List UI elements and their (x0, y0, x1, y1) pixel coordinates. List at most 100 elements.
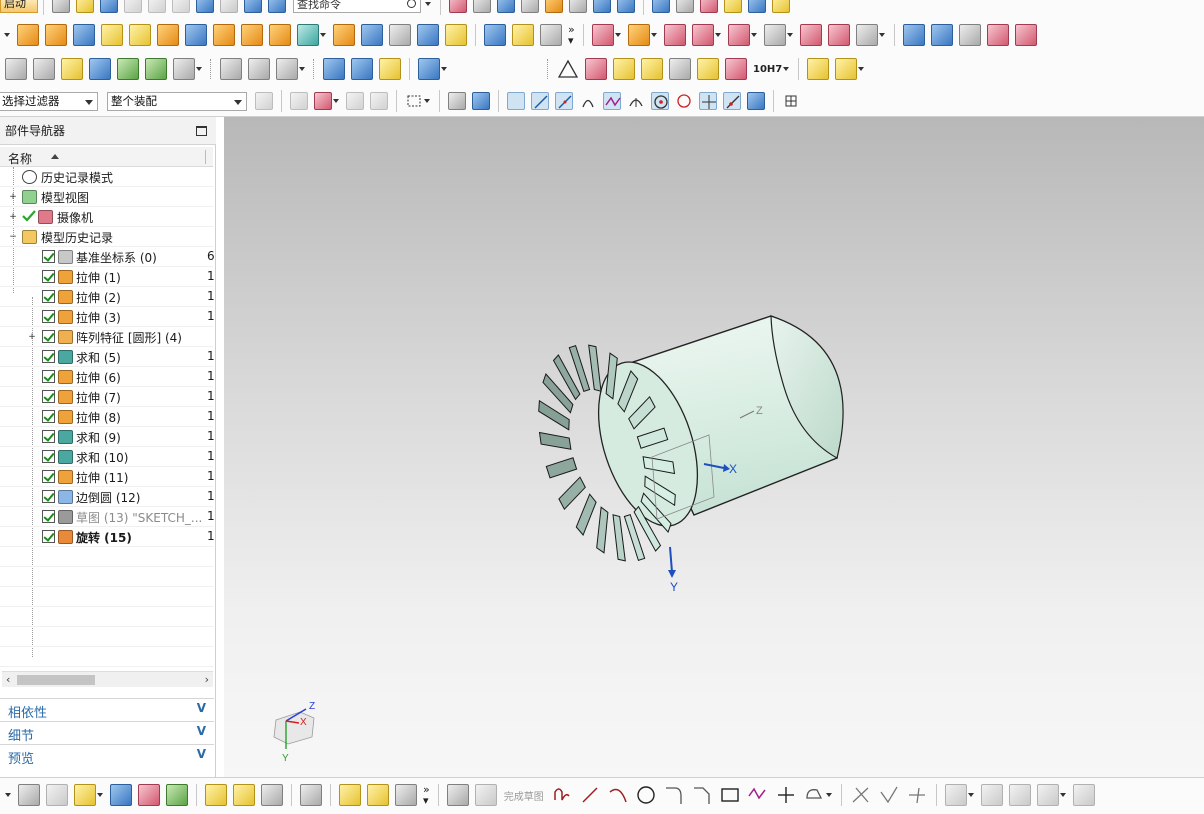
dropdown-icon[interactable] (4, 33, 10, 37)
finish-sketch-button[interactable]: 完成草图 (504, 788, 544, 803)
analysis-icon[interactable] (449, 0, 467, 13)
dropdown-icon[interactable] (750, 33, 757, 37)
tree-row[interactable]: 拉伸 (3) 1 (0, 307, 215, 327)
dropdown-icon[interactable] (196, 67, 202, 71)
feature-checkbox[interactable] (42, 410, 55, 423)
section-dependencies[interactable]: 相依性 V (0, 698, 214, 721)
offset-curve-icon[interactable] (803, 784, 825, 806)
dropdown-icon[interactable] (424, 99, 430, 103)
maximize-icon[interactable] (196, 126, 207, 136)
wave-icon[interactable] (261, 784, 283, 806)
sort-ascending-icon[interactable] (51, 154, 59, 159)
view-box-icon[interactable] (569, 0, 587, 13)
view-triad[interactable]: Z X Y (273, 701, 315, 764)
profile-icon[interactable] (551, 784, 573, 806)
snap-point-icon[interactable] (507, 92, 525, 110)
routing-icon[interactable] (367, 784, 389, 806)
more-overflow-icon[interactable]: » ▾ (423, 784, 430, 806)
table-icon[interactable] (585, 58, 607, 80)
copy-icon[interactable] (148, 0, 166, 13)
thicken-icon[interactable] (540, 24, 562, 46)
arc-icon[interactable] (607, 784, 629, 806)
shade-icon[interactable] (545, 0, 563, 13)
more-overflow-icon[interactable]: » ▾ (568, 24, 575, 46)
triangle-icon[interactable] (557, 58, 579, 80)
pattern-curve-icon[interactable] (1072, 784, 1095, 806)
revolve-tool-icon[interactable] (45, 24, 67, 46)
intersection-point-icon[interactable] (603, 92, 621, 110)
add-component-icon[interactable] (74, 784, 96, 806)
washer-icon[interactable] (379, 58, 401, 80)
helix-icon[interactable] (351, 58, 373, 80)
document-icon[interactable] (669, 58, 691, 80)
tree-row[interactable]: 求和 (5) 1 (0, 347, 215, 367)
studio-surface-icon[interactable] (958, 24, 981, 46)
sweep-icon[interactable] (512, 24, 534, 46)
boss-icon[interactable] (213, 24, 235, 46)
hole-icon[interactable] (185, 24, 207, 46)
chevron-down-icon[interactable]: V (197, 747, 206, 761)
extrude-tool-icon[interactable] (17, 24, 39, 46)
delete-face-icon[interactable] (663, 24, 686, 46)
edit-param-icon[interactable] (89, 58, 111, 80)
arc-center-icon[interactable] (627, 92, 645, 110)
tree-row[interactable]: 拉伸 (8) 1 (0, 407, 215, 427)
dropdown-icon[interactable] (614, 33, 621, 37)
surface-icon[interactable] (902, 24, 925, 46)
settings-tool-icon[interactable] (418, 58, 440, 80)
dropdown-icon[interactable] (441, 67, 447, 71)
rectangle-select-icon[interactable] (405, 92, 423, 110)
finish-sketch-icon[interactable] (474, 784, 497, 806)
command-search-input[interactable]: 查找命令 (293, 0, 421, 13)
paste-icon[interactable] (172, 0, 190, 13)
dimension-constraint-icon[interactable] (980, 784, 1003, 806)
dropdown-icon[interactable] (299, 67, 305, 71)
tree-row[interactable]: 拉伸 (2) 1 (0, 287, 215, 307)
constraint-icon[interactable] (944, 784, 967, 806)
redo-icon[interactable] (220, 0, 238, 13)
part-icon[interactable] (18, 784, 40, 806)
dropdown-icon[interactable] (97, 793, 103, 797)
feature-checkbox[interactable] (42, 390, 55, 403)
tree-row[interactable]: 拉伸 (7) 1 (0, 387, 215, 407)
add-component-icon[interactable] (835, 58, 858, 80)
expand-icon[interactable]: + (9, 213, 17, 222)
filter-icon[interactable] (255, 92, 273, 110)
tree-row[interactable]: 边倒圆 (12) 1 (0, 487, 215, 507)
through-curves-icon[interactable] (930, 24, 953, 46)
text-icon[interactable] (173, 58, 195, 80)
offset-region-icon[interactable] (727, 24, 750, 46)
spline-icon[interactable] (248, 58, 270, 80)
tree-row[interactable]: 拉伸 (1) 1 (0, 267, 215, 287)
sketch-tool-icon[interactable] (446, 784, 469, 806)
chevron-down-icon[interactable]: V (197, 724, 206, 738)
expand-icon[interactable]: + (28, 333, 36, 342)
dropdown-icon[interactable] (1059, 793, 1066, 797)
feature-checkbox[interactable] (42, 490, 55, 503)
dropdown-icon[interactable] (320, 33, 326, 37)
feature-checkbox[interactable] (42, 310, 55, 323)
sew-icon[interactable] (1014, 24, 1037, 46)
undo-icon[interactable] (196, 0, 214, 13)
block-icon[interactable] (73, 24, 95, 46)
search-dropdown-icon[interactable] (425, 2, 431, 6)
mirror-curve-icon[interactable] (1036, 784, 1059, 806)
cylinder-icon[interactable] (101, 24, 123, 46)
ruler-icon[interactable] (724, 0, 742, 13)
assembly-scope-select[interactable]: 整个装配 (107, 92, 247, 111)
quick-extend-icon[interactable] (878, 784, 900, 806)
cad-icon[interactable] (300, 784, 322, 806)
dropdown-icon[interactable] (650, 33, 657, 37)
ruler-scale-icon[interactable] (772, 0, 790, 13)
linear-dimension-icon[interactable] (799, 24, 822, 46)
window-icon[interactable] (244, 0, 262, 13)
layer-icon[interactable] (521, 0, 539, 13)
dimension-icon[interactable] (725, 58, 747, 80)
model-canvas[interactable]: Z X Y Z X Y (224, 117, 1204, 777)
circle-icon[interactable] (635, 784, 657, 806)
cube-icon[interactable] (497, 0, 515, 13)
unite-tool-icon[interactable] (297, 24, 319, 46)
point-on-curve-icon[interactable] (699, 92, 717, 110)
chamfer-sketch-icon[interactable] (691, 784, 713, 806)
dropdown-icon[interactable] (825, 793, 832, 797)
